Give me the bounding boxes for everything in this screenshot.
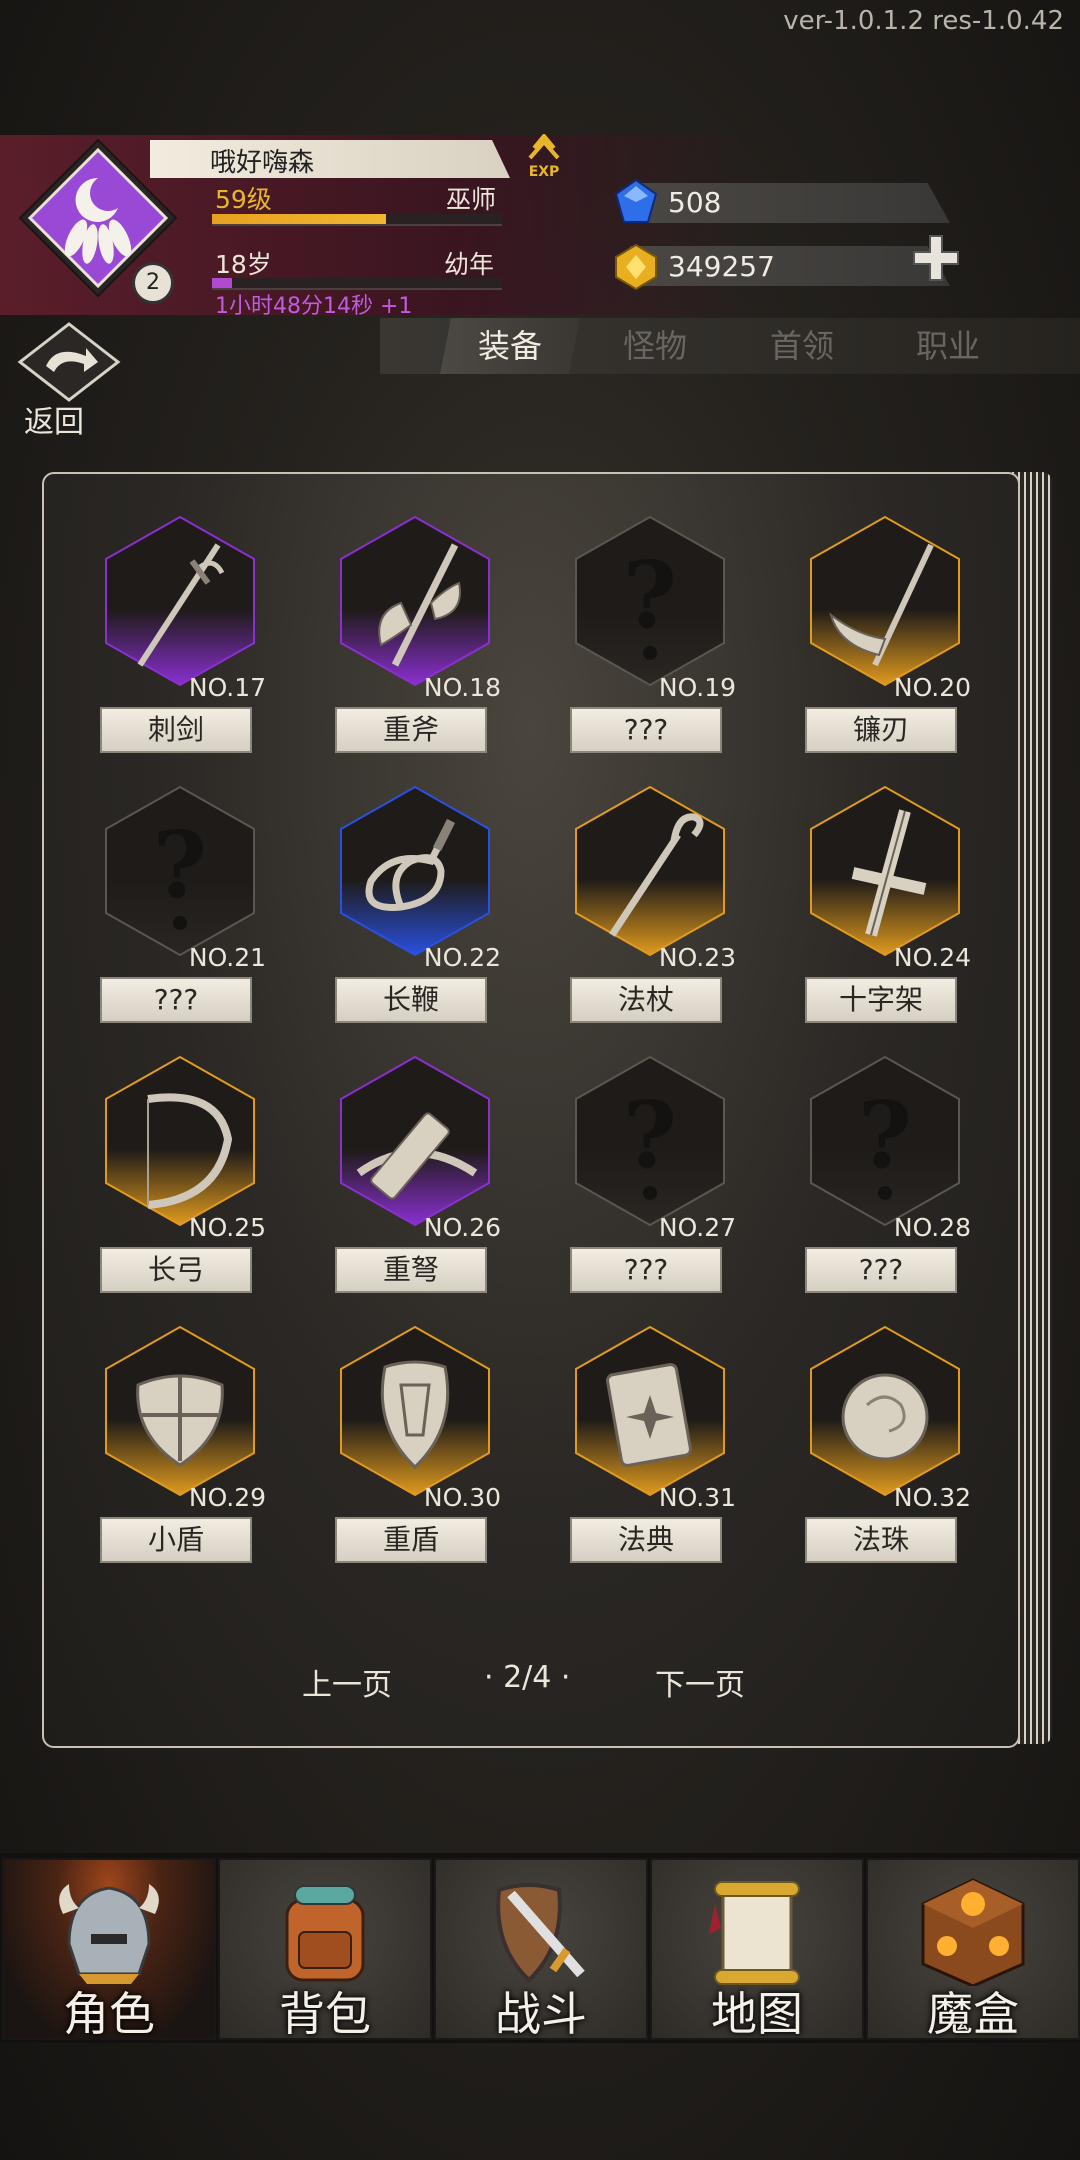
item-name-label: 重弩 bbox=[335, 1247, 487, 1293]
nav-item[interactable]: 战斗 bbox=[434, 1858, 648, 2041]
axe-icon bbox=[339, 515, 491, 687]
item-number: NO.28 bbox=[893, 1213, 971, 1242]
player-class: 巫师 bbox=[446, 185, 497, 214]
player-name: 哦好嗨森 bbox=[210, 148, 315, 178]
whip-icon bbox=[339, 785, 491, 957]
crossbow-icon bbox=[339, 1055, 491, 1227]
plus-icon bbox=[913, 235, 959, 281]
item-name-label: 长弓 bbox=[100, 1247, 252, 1293]
unknown-icon: ? bbox=[104, 785, 256, 957]
svg-text:?: ? bbox=[623, 1081, 677, 1189]
item-name-label: 重盾 bbox=[335, 1517, 487, 1563]
gem-count: 508 bbox=[668, 186, 722, 219]
player-age: 18岁 bbox=[215, 250, 272, 279]
back-label: 返回 bbox=[24, 405, 84, 440]
item-name-label: 小盾 bbox=[100, 1517, 252, 1563]
rapier-icon bbox=[104, 515, 256, 687]
item-name-label: 重斧 bbox=[335, 707, 487, 753]
svg-text:?: ? bbox=[858, 1081, 912, 1189]
avatar-badge: 2 bbox=[132, 262, 174, 304]
scroll-map-icon bbox=[709, 1881, 800, 1985]
svg-text:?: ? bbox=[153, 811, 207, 919]
item-number: NO.20 bbox=[893, 673, 971, 702]
item-number: NO.26 bbox=[423, 1213, 501, 1242]
item-name-label: 刺剑 bbox=[100, 707, 252, 753]
nav-item[interactable]: 地图 bbox=[650, 1858, 864, 2041]
item-number: NO.21 bbox=[188, 943, 266, 972]
item-name-label: 法典 bbox=[570, 1517, 722, 1563]
backpack-icon bbox=[285, 1885, 365, 1982]
unknown-icon: ? bbox=[574, 515, 726, 687]
player-stage: 幼年 bbox=[444, 250, 495, 279]
item-number: NO.19 bbox=[658, 673, 736, 702]
unknown-icon: ? bbox=[809, 1055, 961, 1227]
prev-page-button[interactable]: 上一页 bbox=[302, 1660, 392, 1704]
item-number: NO.17 bbox=[188, 673, 266, 702]
version-text: ver-1.0.1.2 res-1.0.42 bbox=[783, 6, 1064, 36]
gold-count: 349257 bbox=[668, 250, 775, 283]
gem-icon bbox=[614, 178, 658, 226]
item-number: NO.24 bbox=[893, 943, 971, 972]
nav-item[interactable]: 魔盒 bbox=[866, 1858, 1080, 2041]
item-name-label: ??? bbox=[570, 707, 722, 753]
item-name-label: ??? bbox=[570, 1247, 722, 1293]
tab-monster[interactable]: 怪物 bbox=[585, 318, 725, 374]
age-progress-fill bbox=[212, 278, 233, 288]
item-name-label: ??? bbox=[100, 977, 252, 1023]
item-number: NO.30 bbox=[423, 1483, 501, 1512]
tab-boss[interactable]: 首领 bbox=[732, 318, 872, 374]
nav-item[interactable]: 背包 bbox=[218, 1858, 432, 2041]
nav-label: 地图 bbox=[711, 1987, 803, 2041]
nav-label: 背包 bbox=[279, 1987, 371, 2041]
item-number: NO.23 bbox=[658, 943, 736, 972]
add-currency-button[interactable] bbox=[910, 232, 962, 284]
age-timer: 1小时48分14秒 +1 bbox=[215, 294, 413, 319]
back-arrow-icon bbox=[14, 322, 124, 402]
tab-equipment[interactable]: 装备 bbox=[440, 318, 580, 374]
level-progress-fill bbox=[212, 214, 386, 224]
item-number: NO.22 bbox=[423, 943, 501, 972]
sword-shield-icon bbox=[496, 1883, 585, 1983]
nav-label: 角色 bbox=[63, 1987, 155, 2041]
exp-icon: EXP bbox=[526, 132, 562, 180]
name-plate bbox=[150, 140, 510, 178]
item-number: NO.29 bbox=[188, 1483, 266, 1512]
item-name-label: 法珠 bbox=[805, 1517, 957, 1563]
item-name-label: 镰刃 bbox=[805, 707, 957, 753]
nav-label: 战斗 bbox=[495, 1987, 587, 2041]
item-number: NO.25 bbox=[188, 1213, 266, 1242]
item-number: NO.27 bbox=[658, 1213, 736, 1242]
small-shield-icon bbox=[104, 1325, 256, 1497]
heavy-shield-icon bbox=[339, 1325, 491, 1497]
gold-coin-icon bbox=[614, 243, 658, 291]
nav-label: 魔盒 bbox=[927, 1987, 1019, 2041]
item-number: NO.32 bbox=[893, 1483, 971, 1512]
unknown-icon: ? bbox=[574, 1055, 726, 1227]
svg-text:?: ? bbox=[623, 541, 677, 649]
tab-job[interactable]: 职业 bbox=[878, 318, 1018, 374]
bow-icon bbox=[104, 1055, 256, 1227]
tome-icon bbox=[574, 1325, 726, 1497]
orb-icon bbox=[809, 1325, 961, 1497]
item-name-label: 长鞭 bbox=[335, 977, 487, 1023]
scythe-icon bbox=[809, 515, 961, 687]
exp-label: EXP bbox=[528, 164, 560, 180]
player-level: 59级 bbox=[215, 185, 272, 214]
item-number: NO.31 bbox=[658, 1483, 736, 1512]
cross-icon bbox=[809, 785, 961, 957]
nav-item[interactable]: 角色 bbox=[2, 1858, 216, 2041]
helmet-icon bbox=[59, 1884, 159, 1984]
magic-box-icon bbox=[921, 1878, 1025, 1986]
page-indicator: · 2/4 · bbox=[484, 1660, 571, 1695]
next-page-button[interactable]: 下一页 bbox=[655, 1660, 745, 1704]
staff-icon bbox=[574, 785, 726, 957]
item-number: NO.18 bbox=[423, 673, 501, 702]
item-name-label: 法杖 bbox=[570, 977, 722, 1023]
item-name-label: ??? bbox=[805, 1247, 957, 1293]
item-name-label: 十字架 bbox=[805, 977, 957, 1023]
